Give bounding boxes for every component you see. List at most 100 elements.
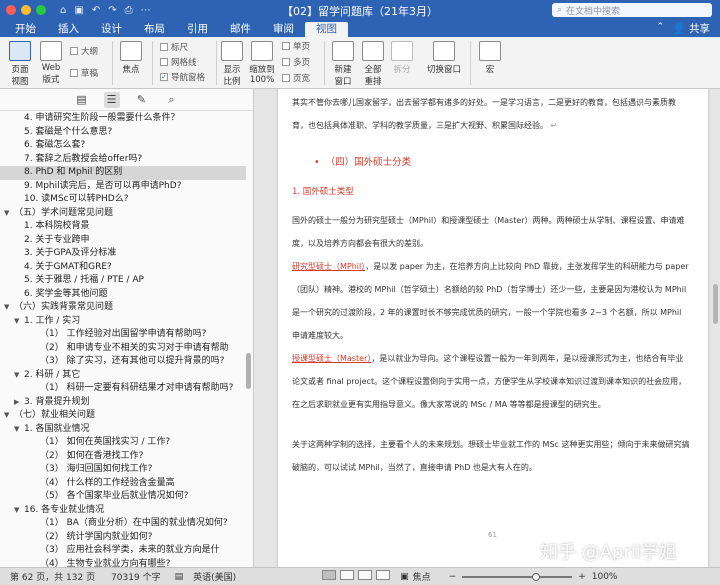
web-layout-icon[interactable]: [340, 570, 355, 580]
zoom-slider[interactable]: [462, 572, 573, 581]
disclosure-triangle-icon[interactable]: ▶: [14, 396, 24, 410]
save-icon[interactable]: ▣: [74, 5, 83, 16]
comments-icon[interactable]: ✎: [134, 92, 150, 108]
more-icon[interactable]: ⋯: [141, 5, 151, 16]
disclosure-triangle-icon[interactable]: ▼: [14, 369, 24, 383]
zoom-window-button[interactable]: [36, 5, 46, 15]
paragraph[interactable]: 研究型硕士（MPhil），是以发 paper 为主，在培养方向上比较向 PhD …: [292, 255, 690, 347]
outline-list-icon[interactable]: ☰: [103, 91, 120, 108]
outline-item[interactable]: （3） 应用社会科学类，未来的就业方向是什: [0, 544, 246, 558]
tab-1[interactable]: 插入: [47, 22, 90, 37]
ruler-checkbox[interactable]: 标尺: [160, 41, 188, 53]
tab-6[interactable]: 审阅: [262, 22, 305, 37]
draft-view-icon[interactable]: [376, 570, 391, 580]
proofing-icon[interactable]: ▤: [175, 572, 184, 582]
new-window-button[interactable]: 新建 窗口: [330, 41, 356, 87]
outline-item[interactable]: 5. 关于雅思 / 托福 / PTE / AP: [0, 274, 246, 288]
redo-icon[interactable]: ↷: [108, 5, 116, 16]
close-window-button[interactable]: [6, 5, 16, 15]
outline-item[interactable]: （3） 海归回国如何找工作?: [0, 463, 246, 477]
outline-item[interactable]: 7. 套辞之后教授会给offer吗?: [0, 153, 246, 167]
multi-page-button[interactable]: 多页: [282, 56, 310, 68]
disclosure-triangle-icon[interactable]: ▼: [4, 207, 14, 221]
minimize-window-button[interactable]: [21, 5, 31, 15]
outline-item[interactable]: （2） 统计学国内就业如何?: [0, 531, 246, 545]
outline-item[interactable]: 4. 关于GMAT和GRE?: [0, 261, 246, 275]
draft-view-button[interactable]: 草稿: [70, 67, 98, 79]
disclosure-triangle-icon[interactable]: ▼: [4, 409, 14, 423]
outline-item[interactable]: （4） 什么样的工作经验含金量高: [0, 477, 246, 491]
outline-item[interactable]: 1. 本科院校背景: [0, 220, 246, 234]
outline-item[interactable]: ▼ 2. 科研 / 其它: [0, 369, 246, 383]
outline-item[interactable]: 8. PhD 和 Mphil 的区别: [0, 166, 246, 180]
disclosure-triangle-icon[interactable]: ▼: [4, 301, 14, 315]
outline-item[interactable]: 6. 套磁怎么套?: [0, 139, 246, 153]
print-layout-icon[interactable]: [322, 570, 337, 580]
disclosure-triangle-icon[interactable]: ▼: [14, 423, 24, 437]
zoom-in-button[interactable]: +: [578, 572, 586, 582]
home-icon[interactable]: ⌂: [60, 5, 66, 16]
outline-item[interactable]: 4. 申请研究生阶段一般需要什么条件？: [0, 112, 246, 126]
tab-4[interactable]: 引用: [176, 22, 219, 37]
paragraph[interactable]: 其实不管你去哪儿国家留学，出去留学都有诸多的好处。一是学习语言，二是更好的教育，…: [292, 91, 690, 137]
tab-0[interactable]: 开始: [4, 22, 47, 37]
web-layout-button[interactable]: Web 版式: [38, 41, 64, 85]
switch-window-button[interactable]: 切换窗口: [424, 41, 464, 75]
zoom-out-button[interactable]: −: [449, 572, 457, 582]
undo-icon[interactable]: ↶: [92, 5, 100, 16]
section-heading[interactable]: • （四）国外硕士分类: [314, 154, 411, 168]
split-button[interactable]: 拆分: [390, 41, 414, 75]
language[interactable]: 英语(美国): [193, 570, 236, 583]
outline-item[interactable]: 9. Mphil读完后，是否可以再申请PhD?: [0, 180, 246, 194]
share-button[interactable]: 👤 共享: [673, 21, 710, 36]
page-width-button[interactable]: 页宽: [282, 72, 310, 84]
nav-pane-checkbox[interactable]: ✓ 导航窗格: [160, 71, 205, 83]
outline-item[interactable]: （2） 如何在香港找工作?: [0, 450, 246, 464]
document-scrollbar[interactable]: [710, 89, 720, 567]
thumbnails-icon[interactable]: ▤: [74, 92, 90, 108]
outline-item[interactable]: （1） 如何在英国找实习 / 工作?: [0, 436, 246, 450]
outline-item[interactable]: ▶ 3. 背景提升规划: [0, 396, 246, 410]
tab-3[interactable]: 布局: [133, 22, 176, 37]
zoom-level[interactable]: 100%: [592, 572, 618, 582]
paragraph[interactable]: 授课型硕士（Master），是以就业为导向。这个课程设置一般为一年到两年，是以授…: [292, 347, 690, 416]
page-count[interactable]: 第 62 页，共 132 页: [10, 570, 95, 583]
outline-view-button[interactable]: 大纲: [70, 45, 98, 57]
outline-item[interactable]: ▼ （七）就业相关问题: [0, 409, 246, 423]
page-view-button[interactable]: 页面 视图: [6, 41, 34, 87]
search-icon[interactable]: ⌕: [164, 92, 180, 108]
outline-item[interactable]: 10. 读MSc可以转PHD么?: [0, 193, 246, 207]
outline-item[interactable]: （4） 生物专业就业方向有哪些?: [0, 558, 246, 568]
gridlines-checkbox[interactable]: 网格线: [160, 56, 197, 68]
outline-item[interactable]: 2. 关于专业跨申: [0, 234, 246, 248]
disclosure-triangle-icon[interactable]: ▼: [14, 315, 24, 329]
tab-7[interactable]: 视图: [305, 22, 348, 37]
outline-item[interactable]: （1） 科研一定要有科研结果才对申请有帮助吗?: [0, 382, 246, 396]
outline-scrollbar[interactable]: [246, 353, 251, 389]
outline-item[interactable]: ▼ 1. 各国就业情况: [0, 423, 246, 437]
tab-2[interactable]: 设计: [90, 22, 133, 37]
arrange-all-button[interactable]: 全部 重排: [360, 41, 386, 87]
sub-heading[interactable]: 1. 国外硕士类型: [292, 185, 354, 197]
outline-view-icon[interactable]: [358, 570, 373, 580]
focus-label[interactable]: 焦点: [413, 570, 431, 583]
outline-item[interactable]: （1） BA（商业分析）在中国的就业情况如何?: [0, 517, 246, 531]
tab-5[interactable]: 邮件: [219, 22, 262, 37]
outline-item[interactable]: 3. 关于GPA及评分标准: [0, 247, 246, 261]
outline-item[interactable]: ▼ （六）实践背景常见问题: [0, 301, 246, 315]
word-count[interactable]: 70319 个字: [111, 570, 161, 583]
outline-item[interactable]: （3） 除了实习，还有其他可以提升背景的吗?: [0, 355, 246, 369]
zoom-slider-handle[interactable]: [532, 572, 541, 581]
print-icon[interactable]: ⎙: [125, 5, 133, 16]
outline-item[interactable]: 5. 套磁是个什么意思?: [0, 126, 246, 140]
disclosure-triangle-icon[interactable]: ▼: [14, 504, 24, 518]
focus-icon[interactable]: ▣: [400, 572, 409, 582]
outline-item[interactable]: 6. 奖学金等其他问题: [0, 288, 246, 302]
scrollbar-thumb[interactable]: [713, 284, 718, 324]
outline-item[interactable]: ▼ （五）学术问题常见问题: [0, 207, 246, 221]
zoom-button[interactable]: 显示 比例: [220, 41, 244, 87]
outline-item[interactable]: （5） 各个国家毕业后就业情况如何?: [0, 490, 246, 504]
collapse-ribbon-icon[interactable]: ⌃: [656, 22, 664, 32]
single-page-button[interactable]: 单页: [282, 40, 310, 52]
outline-item[interactable]: ▼ 16. 各专业就业情况: [0, 504, 246, 518]
